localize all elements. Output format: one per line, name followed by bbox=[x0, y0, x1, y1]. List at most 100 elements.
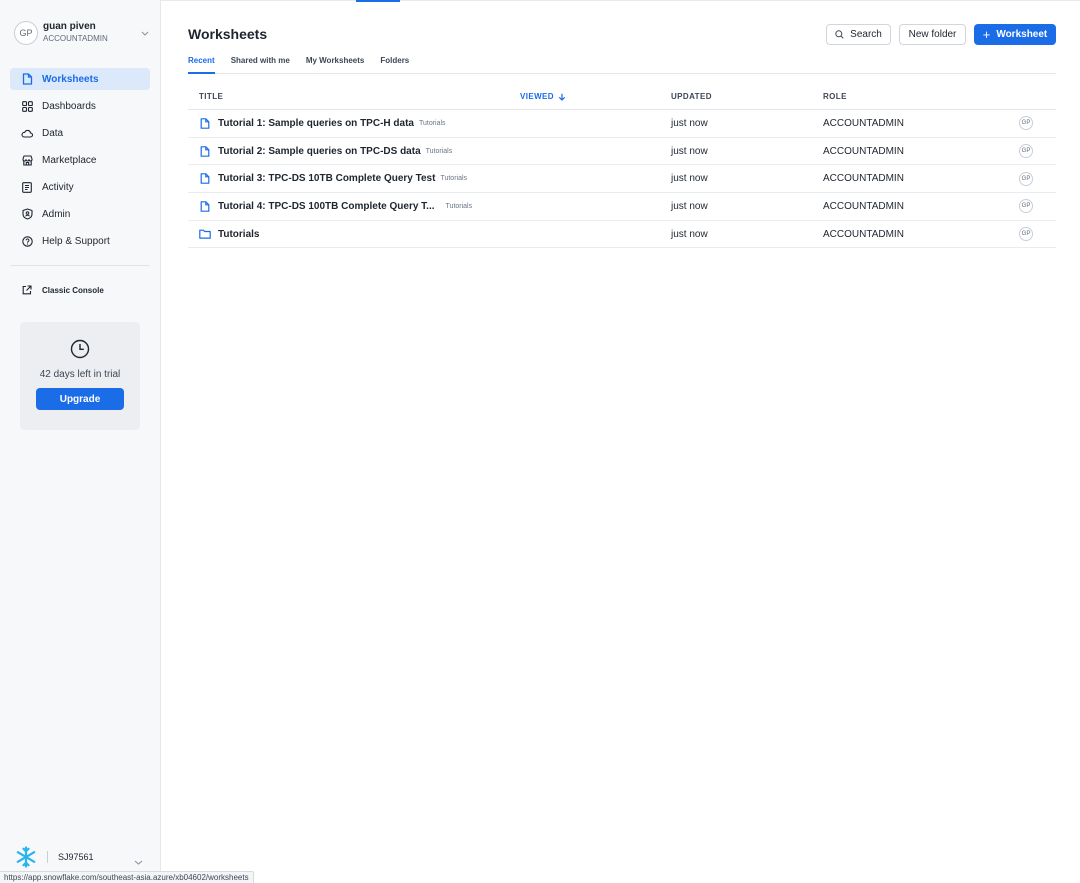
page-title: Worksheets bbox=[188, 26, 268, 42]
plus-icon: + bbox=[982, 26, 991, 42]
row-title-cell: Tutorials bbox=[188, 228, 520, 240]
row-updated: just now bbox=[671, 228, 708, 240]
search-button[interactable]: Search bbox=[826, 24, 891, 45]
tab-my-worksheets[interactable]: My Worksheets bbox=[306, 54, 365, 74]
table-row[interactable]: Tutorial 4: TPC-DS 100TB Complete Query … bbox=[188, 193, 1056, 221]
row-title-cell: Tutorial 2: Sample queries on TPC-DS dat… bbox=[188, 145, 520, 157]
worksheets-table: TITLE VIEWED UPDATED ROLE Tutorial 1: Sa… bbox=[188, 84, 1056, 249]
status-bar-url: https://app.snowflake.com/southeast-asia… bbox=[0, 871, 254, 883]
row-owner: GP bbox=[1019, 144, 1056, 159]
table-header: TITLE VIEWED UPDATED ROLE bbox=[188, 84, 1056, 110]
worksheet-icon bbox=[21, 73, 33, 85]
tab-recent[interactable]: Recent bbox=[188, 54, 215, 74]
sidebar-item-dashboards[interactable]: Dashboards bbox=[10, 95, 150, 117]
sidebar-nav: Worksheets Dashboards Data Marketplace A… bbox=[10, 68, 150, 257]
shield-icon bbox=[21, 208, 33, 220]
row-title: Tutorials bbox=[218, 228, 260, 240]
dashboard-grid-icon bbox=[21, 100, 33, 112]
sidebar-item-label: Help & Support bbox=[42, 235, 110, 247]
sidebar-item-label: Admin bbox=[42, 208, 71, 220]
clock-icon bbox=[70, 339, 90, 359]
table-row[interactable]: Tutorial 2: Sample queries on TPC-DS dat… bbox=[188, 138, 1056, 166]
sidebar-item-activity[interactable]: Activity bbox=[10, 176, 150, 198]
row-folder-tag: Tutorials bbox=[440, 175, 468, 183]
sidebar-item-label: Dashboards bbox=[42, 100, 96, 112]
classic-console-link[interactable]: Classic Console bbox=[10, 282, 150, 298]
worksheet-icon bbox=[199, 145, 211, 157]
sidebar-item-data[interactable]: Data bbox=[10, 122, 150, 144]
row-role: ACCOUNTADMIN bbox=[823, 173, 904, 185]
arrow-down-icon bbox=[558, 93, 566, 101]
owner-avatar: GP bbox=[1019, 116, 1033, 131]
column-header-viewed-label: VIEWED bbox=[520, 92, 554, 101]
row-role: ACCOUNTADMIN bbox=[823, 200, 904, 212]
owner-avatar: GP bbox=[1019, 144, 1033, 159]
column-header-viewed[interactable]: VIEWED bbox=[520, 92, 671, 101]
row-title-cell: Tutorial 4: TPC-DS 100TB Complete Query … bbox=[188, 200, 520, 212]
worksheet-icon bbox=[199, 173, 211, 185]
row-role: ACCOUNTADMIN bbox=[823, 228, 904, 240]
user-role: ACCOUNTADMIN bbox=[43, 34, 108, 43]
column-header-role[interactable]: ROLE bbox=[823, 92, 1019, 101]
row-updated: just now bbox=[671, 200, 708, 212]
user-name: guan piven bbox=[43, 21, 96, 32]
worksheet-icon bbox=[199, 200, 211, 212]
help-icon bbox=[21, 235, 33, 247]
sidebar-divider bbox=[10, 265, 150, 266]
sidebar-item-label: Activity bbox=[42, 181, 74, 193]
row-title-cell: Tutorial 3: TPC-DS 10TB Complete Query T… bbox=[188, 173, 520, 185]
chevron-down-icon bbox=[134, 852, 144, 865]
table-row[interactable]: Tutorials just now ACCOUNTADMIN GP bbox=[188, 221, 1056, 249]
row-updated: just now bbox=[671, 173, 708, 185]
account-id: SJ97561 bbox=[58, 852, 94, 862]
sidebar-item-worksheets[interactable]: Worksheets bbox=[10, 68, 150, 90]
user-menu[interactable]: GP guan piven ACCOUNTADMIN bbox=[14, 18, 150, 48]
row-folder-tag: Tutorials bbox=[425, 147, 453, 155]
chevron-down-icon[interactable] bbox=[140, 28, 150, 38]
account-switcher[interactable]: SJ97561 bbox=[14, 846, 144, 868]
store-icon bbox=[21, 154, 33, 166]
row-owner: GP bbox=[1019, 199, 1056, 214]
external-link-icon bbox=[21, 284, 33, 296]
table-row[interactable]: Tutorial 3: TPC-DS 10TB Complete Query T… bbox=[188, 165, 1056, 194]
classic-console-label: Classic Console bbox=[42, 285, 104, 295]
sidebar-item-help[interactable]: Help & Support bbox=[10, 230, 150, 252]
owner-avatar: GP bbox=[1019, 227, 1033, 242]
column-header-updated[interactable]: UPDATED bbox=[671, 92, 823, 101]
search-button-label: Search bbox=[850, 29, 882, 40]
row-title: Tutorial 4: TPC-DS 100TB Complete Query … bbox=[218, 200, 435, 212]
column-header-title[interactable]: TITLE bbox=[188, 92, 520, 101]
row-updated: just now bbox=[671, 117, 708, 129]
user-info: guan piven ACCOUNTADMIN bbox=[43, 21, 140, 45]
search-icon bbox=[835, 30, 844, 39]
table-row[interactable]: Tutorial 1: Sample queries on TPC-H data… bbox=[188, 110, 1056, 138]
row-owner: GP bbox=[1019, 171, 1056, 186]
new-worksheet-label: Worksheet bbox=[996, 29, 1048, 40]
row-role: ACCOUNTADMIN bbox=[823, 145, 904, 157]
trial-days-left: 42 days left in trial bbox=[39, 369, 121, 380]
tab-folders[interactable]: Folders bbox=[380, 54, 409, 74]
row-role: ACCOUNTADMIN bbox=[823, 117, 904, 129]
user-avatar: GP bbox=[14, 21, 38, 45]
top-border bbox=[0, 0, 1080, 1]
new-folder-button[interactable]: New folder bbox=[899, 24, 966, 45]
trial-card: 42 days left in trial Upgrade bbox=[20, 322, 140, 430]
owner-avatar: GP bbox=[1019, 171, 1033, 186]
worksheet-icon bbox=[199, 117, 211, 129]
tab-shared-with-me[interactable]: Shared with me bbox=[231, 54, 290, 74]
snowflake-logo-icon bbox=[16, 846, 36, 868]
row-title: Tutorial 2: Sample queries on TPC-DS dat… bbox=[218, 145, 421, 157]
new-worksheet-button[interactable]: + Worksheet bbox=[974, 24, 1056, 45]
row-title: Tutorial 1: Sample queries on TPC-H data bbox=[218, 117, 414, 129]
row-folder-tag: Tutorials bbox=[418, 119, 446, 127]
sidebar-item-admin[interactable]: Admin bbox=[10, 203, 150, 225]
activity-icon bbox=[21, 181, 33, 193]
folder-icon bbox=[199, 228, 211, 240]
sidebar-item-marketplace[interactable]: Marketplace bbox=[10, 149, 150, 171]
row-title-cell: Tutorial 1: Sample queries on TPC-H data… bbox=[188, 117, 520, 129]
sidebar: GP guan piven ACCOUNTADMIN Worksheets Da… bbox=[0, 0, 161, 883]
row-title: Tutorial 3: TPC-DS 10TB Complete Query T… bbox=[218, 173, 436, 185]
upgrade-button[interactable]: Upgrade bbox=[36, 388, 124, 410]
row-owner: GP bbox=[1019, 116, 1056, 131]
cloud-icon bbox=[21, 127, 33, 139]
